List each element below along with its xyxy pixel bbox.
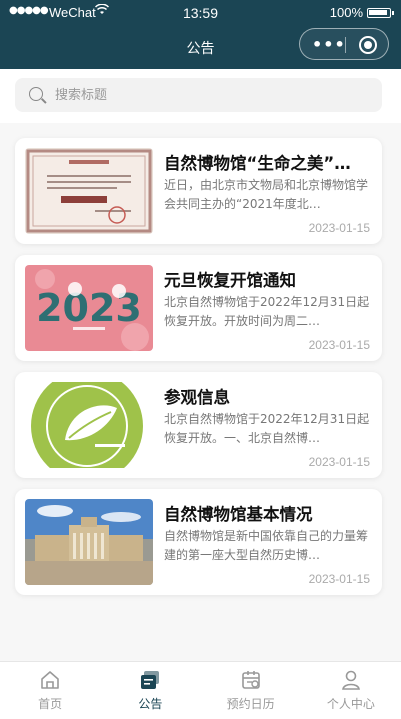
close-miniprogram-icon[interactable] (359, 36, 377, 54)
announcement-list: 自然博物馆“生命之美”… 近日，由北京市文物局和北京博物馆学会共同主办的“202… (15, 138, 382, 606)
status-bar: ●●●●● WeChat 13:59 100% (0, 0, 401, 24)
tab-calendar[interactable]: 预约日历 (201, 662, 301, 719)
museum-building-image (25, 499, 153, 585)
article-date: 2023-01-15 (308, 455, 370, 469)
article-date: 2023-01-15 (308, 221, 370, 235)
tab-announcement[interactable]: 公告 (100, 662, 200, 719)
calendar-icon (241, 671, 260, 689)
list-item[interactable]: 2023 元旦恢复开馆通知 北京自然博物馆于2022年12月31日起恢复开放。开… (15, 255, 382, 361)
list-item[interactable]: 参观信息 北京自然博物馆于2022年12月31日起恢复开放。一、北京自然博… 2… (15, 372, 382, 478)
article-summary: 北京自然博物馆于2022年12月31日起恢复开放。一、北京自然博… (164, 412, 370, 445)
search-input[interactable] (55, 78, 365, 112)
header-bar: ●●●●● WeChat 13:59 100% 公告 ••• (0, 0, 401, 69)
search-icon (29, 87, 43, 101)
museum-logo-image (25, 382, 153, 468)
article-title: 自然博物馆基本情况 (164, 505, 313, 524)
article-title: 自然博物馆“生命之美”… (164, 154, 351, 173)
miniprogram-capsule: ••• (299, 28, 389, 60)
article-date: 2023-01-15 (308, 338, 370, 352)
new-year-2023-image: 2023 (25, 265, 153, 351)
list-item[interactable]: 自然博物馆“生命之美”… 近日，由北京市文物局和北京博物馆学会共同主办的“202… (15, 138, 382, 244)
tab-bar: 首页 公告 预约日历 个人中心 (0, 661, 401, 719)
home-icon (41, 671, 59, 689)
tab-label: 公告 (138, 697, 163, 711)
article-summary: 北京自然博物馆于2022年12月31日起恢复开放。开放时间为周二… (164, 295, 370, 328)
announcement-icon (141, 671, 160, 689)
article-title: 参观信息 (164, 388, 230, 407)
tab-profile[interactable]: 个人中心 (301, 662, 401, 719)
capsule-divider (345, 37, 346, 53)
list-item[interactable]: 自然博物馆基本情况 自然博物馆是新中国依靠自己的力量筹建的第一座大型自然历史博…… (15, 489, 382, 595)
article-title: 元旦恢复开馆通知 (164, 271, 296, 290)
search-box[interactable] (15, 78, 382, 112)
search-area (0, 69, 401, 123)
article-summary: 自然博物馆是新中国依靠自己的力量筹建的第一座大型自然历史博… (164, 529, 369, 562)
tab-label: 个人中心 (326, 697, 375, 711)
more-icon[interactable]: ••• (312, 35, 346, 54)
person-icon (341, 670, 360, 690)
tab-label: 预约日历 (226, 697, 275, 711)
article-date: 2023-01-15 (308, 572, 370, 586)
tab-home[interactable]: 首页 (0, 662, 100, 719)
battery-icon (367, 8, 394, 18)
certificate-image (25, 148, 153, 234)
tab-label: 首页 (38, 697, 63, 711)
battery-percent: 100% (329, 5, 363, 20)
svg-text:2023: 2023 (36, 286, 142, 330)
article-summary: 近日，由北京市文物局和北京博物馆学会共同主办的“2021年度北… (164, 178, 369, 211)
